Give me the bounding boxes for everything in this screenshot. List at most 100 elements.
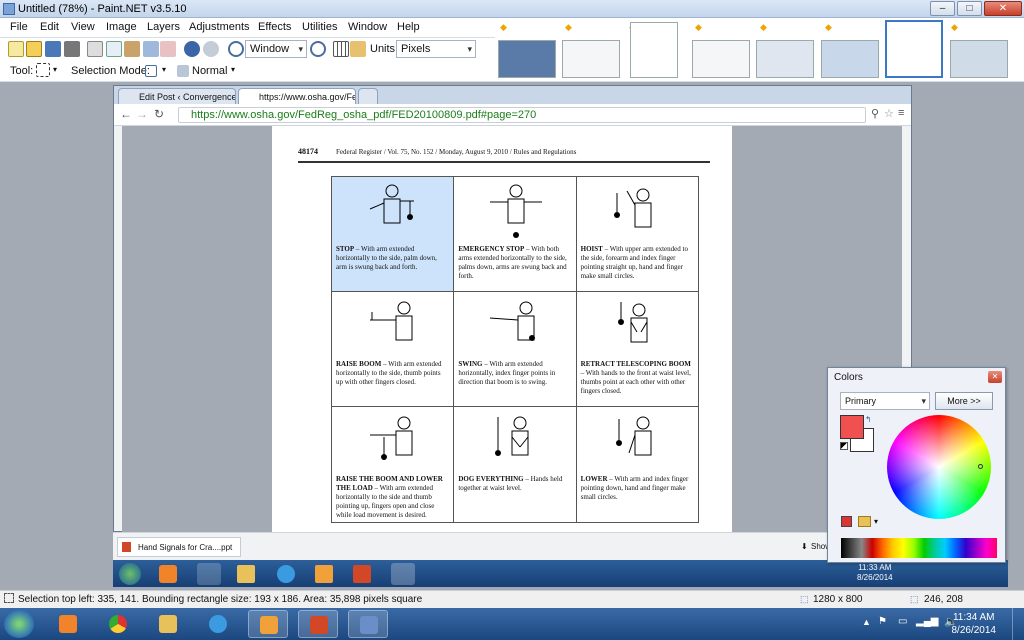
image-thumbnail[interactable] bbox=[630, 22, 678, 78]
new-tab-button[interactable] bbox=[358, 88, 378, 104]
rectangle-select-icon[interactable] bbox=[36, 63, 50, 77]
reload-icon[interactable]: ↻ bbox=[154, 107, 164, 121]
show-hidden-icons-arrow[interactable]: ▲ bbox=[862, 617, 871, 627]
image-thumbnail[interactable] bbox=[498, 40, 556, 78]
menu-effects[interactable]: Effects bbox=[258, 21, 291, 33]
deselect-icon[interactable] bbox=[160, 41, 176, 57]
zoom-in-icon[interactable] bbox=[310, 41, 326, 57]
unsaved-star-icon: ◆ bbox=[500, 22, 507, 32]
color-palette[interactable] bbox=[841, 538, 997, 558]
color-wheel-cursor[interactable] bbox=[978, 464, 983, 469]
selection-info: Selection top left: 335, 141. Bounding r… bbox=[18, 594, 423, 605]
blend-mode-dropdown-arrow[interactable]: ▾ bbox=[231, 65, 235, 74]
copy-icon[interactable] bbox=[106, 41, 122, 57]
hand-signal-table: STOP – With arm extended horizontally to… bbox=[330, 176, 700, 523]
zoom-window-select[interactable]: Window bbox=[245, 40, 307, 58]
tool-dropdown-arrow[interactable]: ▾ bbox=[53, 65, 57, 74]
signal-title: SWING bbox=[458, 360, 483, 368]
units-select[interactable]: Pixels bbox=[396, 40, 476, 58]
zoom-out-icon[interactable] bbox=[228, 41, 244, 57]
menu-view[interactable]: View bbox=[71, 21, 95, 33]
image-thumbnail[interactable] bbox=[562, 40, 620, 78]
menu-adjustments[interactable]: Adjustments bbox=[189, 21, 250, 33]
search-icon[interactable]: ⚲ bbox=[871, 107, 879, 120]
page-header: 48174 Federal Register / Vol. 75, No. 15… bbox=[298, 147, 710, 163]
paintnet-icon bbox=[360, 616, 378, 634]
undo-icon[interactable] bbox=[184, 41, 200, 57]
menu-edit[interactable]: Edit bbox=[40, 21, 59, 33]
grid-icon[interactable] bbox=[333, 41, 349, 57]
color-mode-select[interactable]: Primary bbox=[840, 392, 930, 410]
add-to-palette-icon[interactable] bbox=[841, 516, 852, 527]
image-thumbnail[interactable] bbox=[821, 40, 879, 78]
power-icon[interactable]: ▭ bbox=[898, 616, 907, 627]
more-colors-button[interactable]: More >> bbox=[935, 392, 993, 410]
palette-menu-icon[interactable] bbox=[858, 516, 871, 527]
new-icon[interactable] bbox=[8, 41, 24, 57]
action-center-flag-icon[interactable]: ⚑ bbox=[878, 616, 887, 627]
image-thumbnail[interactable] bbox=[950, 40, 1008, 78]
stop-signal-figure bbox=[369, 184, 414, 224]
star-bookmark-icon[interactable]: ☆ bbox=[884, 107, 894, 120]
colors-close-icon[interactable]: ✕ bbox=[988, 371, 1002, 383]
print-icon[interactable] bbox=[64, 41, 80, 57]
taskbar-internet-explorer[interactable] bbox=[198, 610, 238, 638]
menu-file[interactable]: File bbox=[10, 21, 28, 33]
menu-icon[interactable]: ≡ bbox=[898, 107, 904, 119]
menu-help[interactable]: Help bbox=[397, 21, 420, 33]
menu-window[interactable]: Window bbox=[348, 21, 387, 33]
lower-signal-figure bbox=[615, 416, 652, 456]
pdf-page: 48174 Federal Register / Vol. 75, No. 15… bbox=[272, 126, 732, 533]
start-button[interactable] bbox=[4, 610, 34, 638]
image-thumbnail[interactable] bbox=[756, 40, 814, 78]
taskbar-file-explorer[interactable] bbox=[148, 610, 188, 638]
image-thumbnail[interactable] bbox=[692, 40, 750, 78]
close-button[interactable]: ✕ bbox=[984, 1, 1022, 16]
signal-cell-emergency-stop: EMERGENCY STOP – With both arms extended… bbox=[453, 176, 577, 292]
signal-title: RAISE BOOM bbox=[336, 360, 382, 368]
image-thumbnail-active[interactable] bbox=[885, 20, 943, 78]
menu-layers[interactable]: Layers bbox=[147, 21, 180, 33]
open-icon[interactable] bbox=[26, 41, 42, 57]
maximize-button[interactable]: □ bbox=[957, 1, 982, 16]
taskbar-media-player[interactable] bbox=[48, 610, 88, 638]
reset-colors-icon[interactable] bbox=[840, 442, 848, 450]
clock-time: 11:34 AM bbox=[952, 612, 995, 623]
swap-colors-icon[interactable]: ↰ bbox=[865, 415, 872, 424]
taskbar-chrome[interactable] bbox=[98, 610, 138, 638]
status-bar: Selection top left: 335, 141. Bounding r… bbox=[0, 590, 1024, 608]
captured-chrome-icon bbox=[197, 563, 221, 585]
minimize-button[interactable]: – bbox=[930, 1, 955, 16]
paste-icon[interactable] bbox=[124, 41, 140, 57]
primary-color-swatch[interactable] bbox=[840, 415, 864, 439]
taskbar-outlook[interactable] bbox=[248, 610, 288, 638]
cut-icon[interactable] bbox=[87, 41, 103, 57]
selection-mode-icon[interactable] bbox=[145, 65, 157, 77]
save-icon[interactable] bbox=[45, 41, 61, 57]
download-item[interactable]: Hand Signals for Cra....ppt bbox=[117, 537, 241, 557]
show-desktop-button[interactable] bbox=[1012, 608, 1024, 640]
crop-icon[interactable] bbox=[143, 41, 159, 57]
browser-tab-osha[interactable]: https://www.osha.gov/Fe bbox=[238, 88, 356, 104]
menu-utilities[interactable]: Utilities bbox=[302, 21, 337, 33]
blend-mode-select[interactable]: Normal bbox=[192, 65, 227, 77]
taskbar-powerpoint[interactable] bbox=[298, 610, 338, 638]
redo-icon[interactable] bbox=[203, 41, 219, 57]
browser-tab-edit-post[interactable]: Edit Post ‹ Convergence T bbox=[118, 88, 236, 104]
rulers-icon[interactable] bbox=[350, 41, 366, 57]
browser-address-bar: ← → ↻ https://www.osha.gov/FedReg_osha_p… bbox=[114, 104, 911, 126]
taskbar-paintnet[interactable] bbox=[348, 610, 388, 638]
unsaved-star-icon: ◆ bbox=[760, 22, 767, 32]
forward-arrow-icon[interactable]: → bbox=[136, 107, 148, 121]
menu-image[interactable]: Image bbox=[106, 21, 137, 33]
back-arrow-icon[interactable]: ← bbox=[120, 107, 132, 121]
image-size-icon: ⬚ bbox=[800, 594, 809, 604]
selection-mode-dropdown-arrow[interactable]: ▾ bbox=[162, 65, 166, 74]
retract-boom-signal-figure bbox=[617, 302, 648, 343]
system-clock[interactable]: 11:34 AM 8/26/2014 bbox=[952, 611, 997, 637]
color-wheel[interactable] bbox=[887, 415, 991, 519]
url-field[interactable]: https://www.osha.gov/FedReg_osha_pdf/FED… bbox=[178, 107, 866, 123]
image-thumbnail-strip: ◆ ◆ ◆ ◆ ◆ ◆ ◆ ◆ bbox=[495, 18, 1024, 82]
network-signal-icon[interactable]: ▂▄▆ bbox=[916, 616, 938, 627]
palette-dropdown-arrow[interactable]: ▾ bbox=[874, 517, 878, 526]
